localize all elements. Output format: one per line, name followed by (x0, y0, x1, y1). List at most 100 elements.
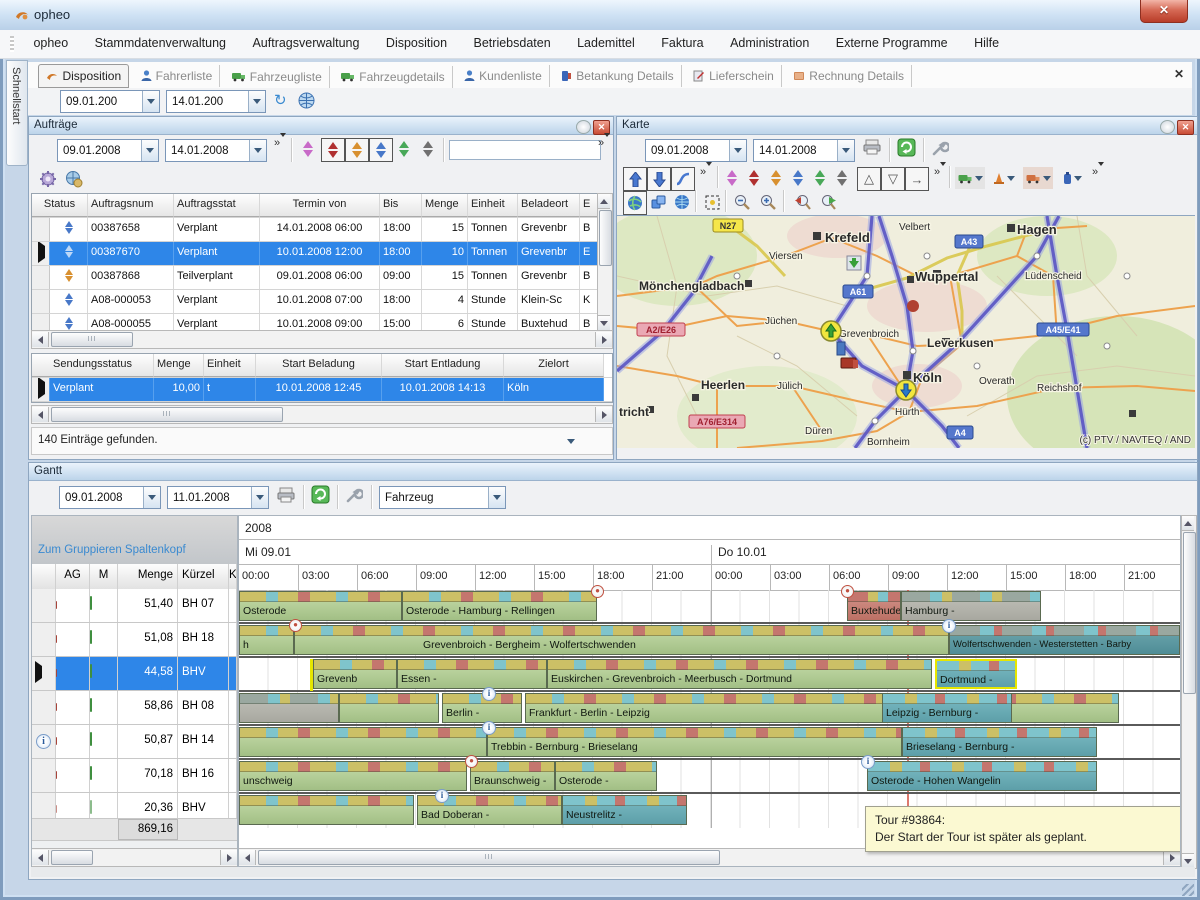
col-ag[interactable]: AG (56, 564, 90, 589)
tabbar-close-icon[interactable]: ✕ (1174, 67, 1184, 81)
scroll-down-icon[interactable] (598, 315, 610, 330)
scrollbar-thumb[interactable]: III (51, 407, 283, 422)
scroll-left-icon[interactable] (32, 407, 49, 422)
route-curve-icon[interactable] (671, 167, 695, 191)
menu-opheo[interactable]: opheo (22, 30, 79, 56)
gantt-date-to-combo[interactable]: 11.01.2008 (167, 486, 269, 509)
auftraege-search-input[interactable] (449, 140, 601, 160)
karte-pin-icon[interactable] (1160, 120, 1175, 134)
scroll-left-icon[interactable] (32, 850, 49, 865)
col-beladeort[interactable]: Beladeort (518, 194, 580, 217)
gantt-chart[interactable]: 2008 Mi 09.01 Do 10.01 00:00 03:00 06:00… (238, 515, 1181, 867)
menu-stammdatenverwaltung[interactable]: Stammdatenverwaltung (84, 30, 237, 56)
depot-marker-down[interactable] (896, 380, 916, 400)
menu-lademittel[interactable]: Lademittel (566, 30, 646, 56)
depot-marker-up[interactable] (821, 321, 841, 341)
vehicle-row[interactable]: 70,18 BH 16 (32, 759, 237, 793)
col-sendungsstatus[interactable]: Sendungsstatus (32, 354, 154, 377)
wrench-icon[interactable] (931, 139, 949, 157)
tour-bar[interactable]: Osterode (239, 591, 402, 621)
col-menge[interactable]: Menge (422, 194, 468, 217)
print-icon[interactable] (863, 139, 881, 155)
window-close-button[interactable]: ✕ (1140, 0, 1188, 23)
col-menge[interactable]: Menge (118, 564, 178, 589)
col-k[interactable]: K (229, 564, 237, 589)
tour-bar[interactable]: Trebbin - Bernburg - Brieselang (487, 727, 902, 757)
tab-fahrzeugliste[interactable]: Fahrzeugliste (225, 66, 330, 88)
tab-fahrerliste[interactable]: Fahrerliste (134, 65, 221, 87)
vehicle-row[interactable]: 58,86 BH 08 (32, 691, 237, 725)
col-auftragsstat[interactable]: Auftragsstat (174, 194, 260, 217)
cone-dropdown[interactable] (989, 167, 1019, 189)
top-date-to-combo[interactable]: 14.01.200 (166, 90, 266, 113)
scroll-left-icon[interactable] (239, 850, 256, 865)
tour-bar[interactable] (239, 795, 414, 825)
tour-bar[interactable]: Braunschweig - (470, 761, 555, 791)
combo-dropdown-button[interactable] (142, 91, 159, 112)
auftraege-date-from-combo[interactable]: 09.01.2008 (57, 139, 159, 162)
col-menge[interactable]: Menge (154, 354, 204, 377)
vehicle-row-selected[interactable]: 44,58 BHV (32, 657, 237, 691)
tour-bar[interactable] (239, 727, 487, 757)
zoom-next-icon[interactable] (817, 191, 839, 213)
tour-bar[interactable]: unschweig (239, 761, 467, 791)
tour-bar[interactable]: Osterode - Hamburg - Rellingen (402, 591, 597, 621)
truck-orange-dropdown[interactable] (1023, 167, 1053, 189)
route-down-icon[interactable] (647, 167, 671, 191)
zoom-out-icon[interactable] (731, 191, 753, 213)
resource-table-hscrollbar[interactable] (32, 848, 237, 867)
updown-arrows-blue-icon[interactable] (787, 167, 809, 189)
menu-disposition[interactable]: Disposition (375, 30, 458, 56)
updown-arrows-gray-icon[interactable] (417, 138, 439, 160)
order-row[interactable]: A08-000055 Verplant 10.01.2008 09:00 15:… (32, 314, 598, 331)
col-auftragsnum[interactable]: Auftragsnum (88, 194, 174, 217)
col-bis[interactable]: Bis (380, 194, 422, 217)
gantt-groupby-combo[interactable]: Fahrzeug (379, 486, 506, 509)
scroll-right-icon[interactable] (220, 850, 237, 865)
updown-arrows-green-icon[interactable] (393, 138, 415, 160)
tour-bar[interactable]: h (239, 625, 294, 655)
top-date-from-combo[interactable]: 09.01.200 (60, 90, 160, 113)
updown-arrows-blue-icon[interactable] (369, 138, 393, 162)
tour-bar[interactable]: Brieselang - Bernburg - (902, 727, 1097, 757)
map-viewport[interactable]: N27 A43 A45/E41 A2/E26 A61 A76/E314 A4 (617, 215, 1195, 448)
combo-dropdown-button[interactable] (729, 140, 746, 161)
karte-close-icon[interactable]: ✕ (1177, 120, 1194, 135)
scroll-left-icon[interactable] (32, 332, 49, 347)
scroll-right-icon[interactable] (595, 332, 612, 347)
gantt-rows-area[interactable]: Osterode Osterode - Hamburg - Rellingen … (239, 590, 1180, 828)
resize-grip[interactable] (1182, 884, 1194, 896)
gantt-vscrollbar[interactable] (1181, 515, 1197, 869)
globe-gear-icon[interactable] (65, 170, 83, 188)
reload-data-icon[interactable] (897, 138, 916, 157)
zoom-in-icon[interactable] (757, 191, 779, 213)
toolbar-overflow-button[interactable]: » (1091, 167, 1105, 177)
cascade-windows-icon[interactable] (647, 191, 669, 213)
tour-bar[interactable] (239, 693, 339, 723)
status-dropdown-button[interactable] (562, 433, 579, 449)
tab-lieferschein[interactable]: Lieferschein (686, 65, 782, 87)
tour-bar[interactable]: Essen - (397, 659, 547, 689)
col-termin-von[interactable]: Termin von (260, 194, 380, 217)
reload-data-icon[interactable] (311, 485, 330, 504)
truck-position-marker[interactable] (841, 358, 858, 368)
auftraege-pin-icon[interactable] (576, 120, 591, 134)
karte-panel-title[interactable]: Karte (617, 117, 1197, 135)
wrench-icon[interactable] (345, 486, 363, 504)
scrollbar-thumb[interactable]: III (51, 332, 133, 347)
col-kuerzel[interactable]: Kürzel (178, 564, 229, 589)
orders-grid-vscrollbar[interactable] (597, 193, 613, 331)
vehicle-row[interactable]: 20,36 BHV (32, 793, 237, 819)
tour-bar[interactable]: Buxtehude - (847, 591, 901, 621)
tour-bar[interactable]: Hamburg - (901, 591, 1041, 621)
select-frame-icon[interactable] (701, 191, 723, 213)
updown-arrows-red-icon[interactable] (321, 138, 345, 162)
updown-arrows-pink-icon[interactable] (297, 138, 319, 160)
tab-disposition[interactable]: Disposition (38, 64, 129, 88)
order-row[interactable]: 00387658 Verplant 14.01.2008 06:00 18:00… (32, 218, 598, 242)
scroll-up-icon[interactable] (1182, 516, 1194, 531)
vehicle-row[interactable]: 51,08 BH 18 (32, 623, 237, 657)
zoom-previous-icon[interactable] (791, 191, 813, 213)
combo-dropdown-button[interactable] (143, 487, 160, 508)
toolbar-overflow-button[interactable]: » (699, 167, 713, 177)
